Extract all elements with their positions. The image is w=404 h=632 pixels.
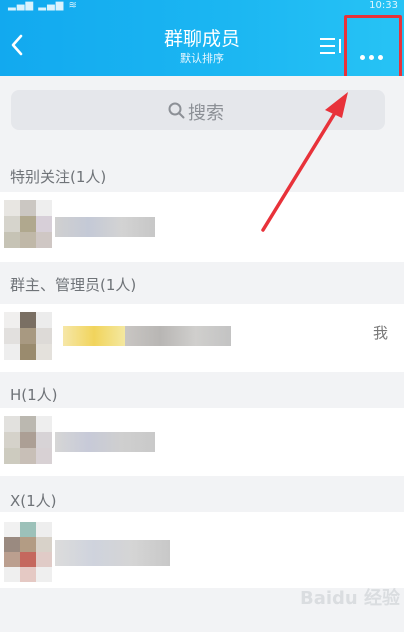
status-bar: ▂▄▆ ▂▄▆ ≋ 10:33 [0, 0, 404, 12]
search-input[interactable]: 搜索 [11, 90, 385, 130]
avatar [4, 522, 52, 582]
member-name-blurred [55, 432, 155, 452]
more-dots-icon [360, 45, 387, 64]
section-header-admins: 群主、管理员(1人) [0, 268, 404, 298]
section-header-x: X(1人) [0, 484, 404, 514]
section-label: H(1人) [10, 386, 58, 404]
search-placeholder: 搜索 [188, 103, 224, 124]
section-label: 特别关注(1人) [10, 168, 107, 186]
member-row[interactable] [0, 192, 404, 262]
avatar-image [4, 312, 52, 360]
app-header: ▂▄▆ ▂▄▆ ≋ 10:33 群聊成员 默认排序 [0, 0, 404, 85]
sort-button[interactable] [316, 30, 346, 60]
search-icon [168, 102, 185, 119]
section-header-special: 特别关注(1人) [0, 160, 404, 190]
member-row[interactable] [0, 408, 404, 476]
avatar-image [4, 200, 52, 248]
watermark-logo: Baidu 经验 [300, 588, 401, 609]
signal-icon: ▂▄▆ ▂▄▆ ≋ [8, 0, 78, 11]
avatar [4, 312, 52, 360]
member-name-blurred [55, 540, 170, 566]
section-label: X(1人) [10, 492, 57, 510]
sort-list-icon [320, 38, 341, 54]
section-header-h: H(1人) [0, 378, 404, 408]
avatar-image [4, 522, 52, 582]
section-label: 群主、管理员(1人) [10, 276, 137, 294]
member-row[interactable] [0, 512, 404, 588]
avatar-image [4, 416, 52, 464]
more-options-button[interactable] [344, 15, 402, 85]
member-name-blurred [55, 217, 155, 237]
avatar [4, 416, 52, 464]
member-name-blurred [63, 326, 125, 346]
member-row[interactable]: 我 [0, 304, 404, 372]
avatar [4, 200, 52, 248]
member-name-blurred-2 [125, 326, 231, 346]
search-area: 搜索 [0, 76, 404, 146]
self-tag: 我 [372, 324, 388, 342]
status-time: 10:33 [369, 0, 398, 11]
